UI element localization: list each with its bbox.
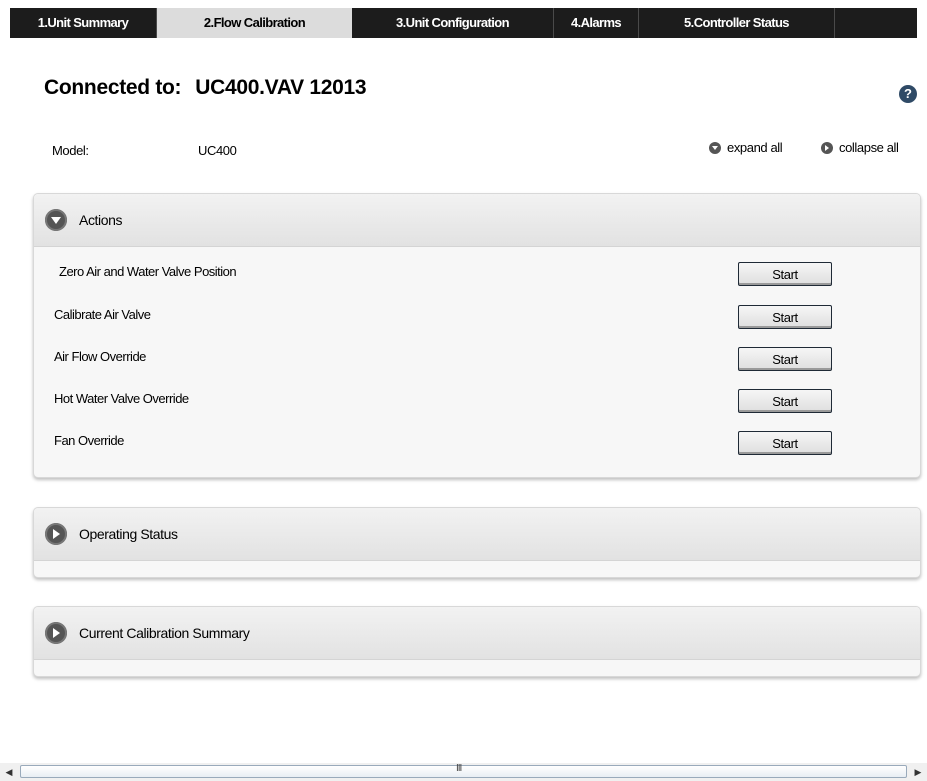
operating-status-title: Operating Status — [79, 526, 178, 542]
operating-status-panel-header[interactable]: Operating Status — [34, 508, 920, 561]
calibration-summary-title: Current Calibration Summary — [79, 625, 250, 641]
actions-panel: Actions Zero Air and Water Valve Positio… — [33, 193, 921, 478]
horizontal-scrollbar[interactable]: ◀ III ▶ — [0, 763, 927, 781]
action-row-zero-valves: Zero Air and Water Valve Position Start — [34, 256, 920, 297]
expand-icon — [709, 141, 721, 154]
action-label: Hot Water Valve Override — [54, 391, 189, 406]
scrollbar-thumb[interactable]: III — [20, 763, 907, 778]
action-row-calibrate-air: Calibrate Air Valve Start — [34, 299, 920, 340]
model-value: UC400 — [198, 143, 237, 158]
start-air-flow-override-button[interactable]: Start — [738, 347, 832, 371]
collapse-all-label: collapse all — [839, 140, 899, 155]
grip-icon: III — [456, 763, 462, 774]
actions-panel-title: Actions — [79, 212, 123, 228]
action-label: Zero Air and Water Valve Position — [59, 264, 237, 279]
collapse-all-link[interactable]: collapse all — [821, 140, 899, 155]
tab-bar: 1.Unit Summary 2.Flow Calibration 3.Unit… — [10, 8, 917, 38]
expand-arrow-icon — [45, 523, 67, 545]
device-name: UC400.VAV 12013 — [195, 76, 367, 99]
expand-all-link[interactable]: expand all — [709, 140, 783, 155]
expand-arrow-icon — [45, 622, 67, 644]
page-title: Connected to: UC400.VAV 12013 — [44, 76, 367, 100]
tab-bar-filler — [835, 8, 917, 38]
tab-unit-configuration[interactable]: 3.Unit Configuration — [352, 8, 554, 38]
action-label: Calibrate Air Valve — [54, 307, 151, 322]
start-zero-valves-button[interactable]: Start — [738, 262, 832, 286]
action-label: Air Flow Override — [54, 349, 146, 364]
tab-controller-status[interactable]: 5.Controller Status — [639, 8, 835, 38]
start-hot-water-override-button[interactable]: Start — [738, 389, 832, 413]
tab-alarms[interactable]: 4.Alarms — [554, 8, 639, 38]
collapse-icon — [821, 141, 833, 154]
calibration-summary-panel-header[interactable]: Current Calibration Summary — [34, 607, 920, 660]
action-row-hot-water-override: Hot Water Valve Override Start — [34, 383, 920, 424]
start-calibrate-air-button[interactable]: Start — [738, 305, 832, 329]
tab-flow-calibration[interactable]: 2.Flow Calibration — [157, 8, 352, 38]
actions-panel-header[interactable]: Actions — [34, 194, 920, 247]
tab-unit-summary[interactable]: 1.Unit Summary — [10, 8, 157, 38]
calibration-summary-panel: Current Calibration Summary — [33, 606, 921, 677]
scroll-right-icon[interactable]: ▶ — [909, 763, 927, 781]
operating-status-panel: Operating Status — [33, 507, 921, 578]
action-row-fan-override: Fan Override Start — [34, 425, 920, 466]
expand-all-label: expand all — [727, 140, 783, 155]
scroll-left-icon[interactable]: ◀ — [0, 763, 18, 781]
action-row-air-flow-override: Air Flow Override Start — [34, 341, 920, 382]
start-fan-override-button[interactable]: Start — [738, 431, 832, 455]
action-label: Fan Override — [54, 433, 124, 448]
collapse-arrow-icon — [45, 209, 67, 231]
connected-label: Connected to: — [44, 76, 182, 99]
help-icon[interactable]: ? — [899, 85, 917, 103]
model-label: Model: — [52, 143, 89, 158]
